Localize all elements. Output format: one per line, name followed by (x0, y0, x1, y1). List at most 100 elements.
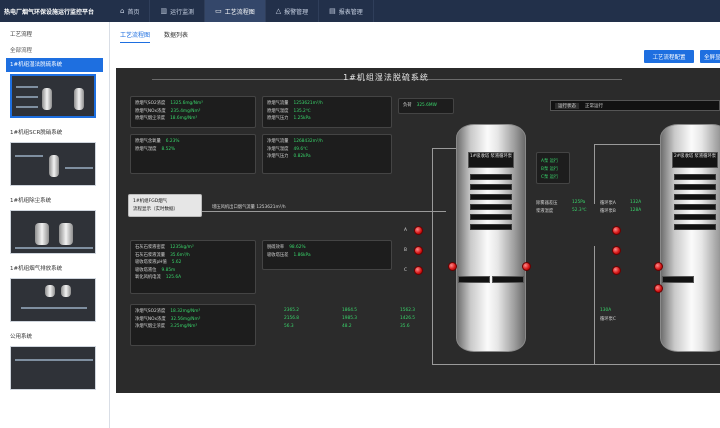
param-label: 吸收塔液位 (135, 267, 157, 273)
thumb-vessel (35, 223, 49, 245)
sidebar-thumbnail[interactable] (10, 210, 96, 254)
nav-tab-label: 工艺流程图 (224, 8, 255, 16)
param-value: 98.62% (289, 245, 306, 250)
data-value: 48.2 (342, 324, 352, 329)
thumb-line (15, 247, 93, 249)
param-value: 6.23% (165, 139, 180, 144)
tab-process-diagram[interactable]: 工艺流程图 (120, 30, 151, 43)
param-label: 原烟气温度 (267, 108, 289, 114)
param-value: 1.86kPa (293, 252, 311, 258)
thumb-vessel (42, 88, 52, 110)
valve-label: B (404, 248, 407, 253)
content-tabs: 工艺流程图 数据列表 (120, 30, 188, 43)
fullscreen-button[interactable]: 全屏显示 (700, 50, 720, 63)
nav-tab-process-flow[interactable]: ▭ 工艺流程图 (205, 0, 266, 22)
vessel-header: 2#吸收塔 浆液循环泵 (672, 152, 718, 168)
vessel-slot (674, 184, 716, 190)
sidebar-item-common[interactable]: 公用系统 (6, 330, 103, 344)
sidebar-thumbnail[interactable] (10, 74, 96, 118)
pipe (432, 364, 720, 365)
home-icon: ⌂ (120, 7, 125, 15)
valve-h[interactable] (654, 284, 663, 293)
valve-c[interactable] (414, 266, 423, 275)
nav-tab-monitor[interactable]: ▥ 运行监测 (150, 0, 206, 22)
app-title: 热电厂烟气环保设施运行监控平台 (4, 8, 95, 16)
data-value: 1864.5 (342, 308, 358, 313)
param-value: 235.4mg/Nm³ (170, 108, 201, 114)
param-row: 原烟气SO2浓度 1325.6mg/Nm³ (135, 100, 251, 108)
data-value: 2156.8 (284, 316, 300, 321)
nav-tab-home[interactable]: ⌂ 首页 (110, 0, 151, 22)
param-label: 吸收塔压差 (267, 252, 289, 258)
warning-icon: △ (275, 7, 282, 15)
tag-value: 132A (630, 200, 642, 205)
sidebar-item-emission[interactable]: 1#机组烟气排放系统 (6, 262, 103, 276)
vessel-foot (662, 276, 694, 283)
nav-tab-alarms[interactable]: △ 报警管理 (266, 0, 320, 22)
sidebar-item-dust[interactable]: 1#机组除尘系统 (6, 194, 103, 208)
param-row: 吸收塔压差 1.86kPa (267, 252, 387, 260)
sidebar: 工艺流程 全部流程 1#机组湿法脱硫系统 1#机组SCR脱硝系统 1#机组除尘系… (0, 22, 110, 428)
param-row: 净烟气烟尘浓度 3.25mg/Nm³ (135, 323, 251, 331)
sidebar-item-label: 公用系统 (10, 334, 33, 340)
param-value: 1.25kPa (293, 116, 311, 121)
status-key: 运行状态 (555, 102, 579, 109)
thumb-vessel (59, 223, 73, 245)
param-row: 净烟气NOx浓度 32.56mg/Nm³ (135, 316, 251, 324)
sidebar-thumbnail[interactable] (10, 278, 96, 322)
vessel-slot (470, 184, 512, 190)
doc-icon: ▤ (329, 7, 336, 15)
vessel-slot (470, 204, 512, 210)
param-label: 原烟气含氧量 (135, 139, 161, 144)
tag-value: 128A (630, 208, 642, 213)
param-panel: 原烟气流量 1253621m³/h 原烟气温度 135.2℃ 原烟气压力 1.25kP… (262, 96, 392, 128)
app-root: 热电厂烟气环保设施运行监控平台 ⌂ 首页 ▥ 运行监测 ▭ 工艺流程图 △ 报警管理 ▤… (0, 0, 720, 428)
valve-a[interactable] (414, 226, 423, 235)
nav-tab-label: 运行监测 (170, 8, 195, 16)
sidebar-thumbnail[interactable] (10, 142, 96, 186)
pump-status: B泵 运行 (541, 167, 559, 172)
config-flow-button[interactable]: 工艺流程配置 (644, 50, 694, 63)
thumb-vessel (61, 285, 71, 297)
pipe (594, 246, 595, 364)
tag-value: 125Pa (572, 200, 586, 205)
valve-b[interactable] (414, 246, 423, 255)
sidebar-thumbnail[interactable] (10, 346, 96, 390)
param-row: 净烟气流量 1268432m³/h (267, 138, 387, 146)
param-row: 原烟气温度 135.2℃ (267, 108, 387, 116)
data-value: 56.3 (284, 324, 294, 329)
nav-tab-reports[interactable]: ▤ 报表管理 (319, 0, 374, 22)
param-label: 石灰石浆液密度 (135, 245, 166, 250)
pipe (594, 144, 660, 145)
valve-left[interactable] (448, 262, 457, 271)
thumb-line (65, 167, 93, 169)
param-row: 氧化风机电流 125.6A (135, 274, 251, 282)
param-value: 9.85m (161, 267, 176, 273)
param-label: 负荷 (403, 103, 412, 108)
tag-label: 除雾器差压 (536, 201, 558, 206)
tag-label: 循环泵A (600, 201, 616, 206)
flue-pipe (202, 211, 446, 212)
valve-right[interactable] (522, 262, 531, 271)
valve-f[interactable] (612, 266, 621, 275)
pipe-tag: 增压风机出口烟气流量 1253621m³/h (212, 205, 286, 210)
tag-label: 循环泵C (600, 317, 616, 322)
vessel-slot (674, 214, 716, 220)
nav-tab-label: 首页 (127, 8, 140, 16)
vessel-slot (470, 224, 512, 230)
param-panel: 原烟气SO2浓度 1325.6mg/Nm³ 原烟气NOx浓度 235.4mg/Nm³… (130, 96, 256, 128)
valve-d[interactable] (612, 226, 621, 235)
thumb-line (16, 96, 38, 98)
run-status-box: 运行状态 正常运行 (550, 100, 720, 111)
sidebar-group[interactable]: 全部流程 (0, 42, 109, 58)
monitor-icon: ▭ (215, 7, 222, 15)
tag-label: 循环泵B (600, 209, 616, 214)
sidebar-item-fgd[interactable]: 1#机组湿法脱硫系统 (6, 58, 103, 72)
param-label: 氧化风机电流 (135, 275, 161, 280)
tab-data-list[interactable]: 数据列表 (164, 30, 188, 43)
valve-e[interactable] (612, 246, 621, 255)
sidebar-item-scr[interactable]: 1#机组SCR脱硝系统 (6, 126, 103, 140)
unit-load-box: 负荷 325.6MW (398, 98, 454, 114)
nav-tab-label: 报警管理 (284, 8, 309, 16)
valve-g[interactable] (654, 262, 663, 271)
